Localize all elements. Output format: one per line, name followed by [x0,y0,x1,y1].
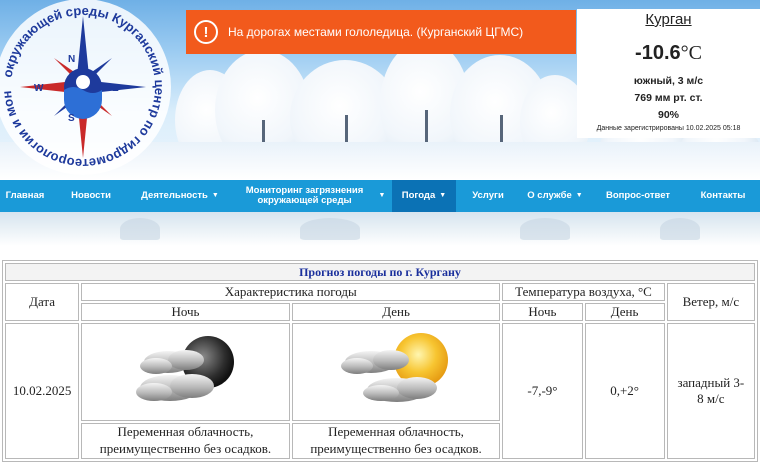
site-header: окружающей среды Курганский центр по гид… [0,0,760,180]
cloudy-moon-icon [136,336,235,401]
nav-item-home[interactable]: Главная [0,180,50,212]
caret-down-icon: ▼ [378,192,386,200]
nav-label: Деятельность [141,189,208,201]
forecast-caption: Прогноз погоды по г. Кургану [5,263,755,281]
temperature-unit: °C [680,42,702,64]
alert-icon: ! [194,20,218,44]
nav-label: О службе [527,189,572,201]
current-temperature: -10.6°C [577,42,760,65]
nav-label: Вопрос-ответ [605,189,671,201]
road-alert-banner: ! На дорогах местами гололедица. (Курган… [186,10,576,54]
chevron-down-icon: ▼ [439,192,447,200]
header-wind: Ветер, м/с [666,283,755,321]
winter-banner-strip [0,212,760,246]
night-icon-cell [81,323,290,421]
subheader-temp-night: Ночь [502,303,583,321]
compass-e: E [112,83,119,94]
day-description: Переменная облачность, преимущественно б… [291,423,501,459]
compass-n: N [68,54,75,65]
city-link[interactable]: Курган [577,11,760,28]
subheader-night: Ночь [81,303,290,321]
humidity-readout: 90% [657,109,679,121]
pressure-readout: 769 мм рт. ст. [634,92,703,104]
nav-label: Мониторинг загрязнения окружающей среды [245,184,364,206]
header-date: Дата [5,283,80,321]
forecast-date: 10.02.2025 [5,323,80,459]
header-air-temperature: Температура воздуха, °C [502,283,665,301]
subheader-temp-day: День [584,303,665,321]
background-tree [300,218,360,240]
nav-label: Услуги [472,189,504,201]
day-icon-cell [291,323,501,421]
table-row: 10.02.2025 -7,-9° 0,+2° западный 3-8 м/с [5,323,755,459]
temp-day-value: 0,+2° [584,323,665,459]
nav-item-news[interactable]: Новости [50,180,132,212]
caret-down-icon: ▼ [211,192,219,200]
night-description: Переменная облачность, преимущественно б… [81,423,290,459]
nav-label: Погода [401,189,436,201]
temp-night-value: -7,-9° [502,323,583,459]
nav-item-monitoring[interactable]: Мониторинг загрязнения окружающей среды ▼ [228,180,392,212]
site-logo[interactable]: окружающей среды Курганский центр по гид… [0,0,174,178]
subheader-day: День [291,303,501,321]
wind-value: западный 3-8 м/с [666,323,755,459]
nav-item-about[interactable]: О службе ▼ [520,180,590,212]
compass-w: W [34,83,44,94]
caret-down-icon: ▼ [575,192,583,200]
alert-text: На дорогах местами гололедица. (Курганск… [228,25,524,39]
nav-item-weather[interactable]: Погода ▼ [392,180,456,212]
wind-readout: южный, 3 м/с [633,75,704,87]
background-tree [520,218,570,240]
forecast-caption-text: Прогноз погоды по г. Кургану [299,265,461,279]
header-weather-characteristics: Характеристика погоды [81,283,501,301]
nav-item-faq[interactable]: Вопрос-ответ [590,180,686,212]
nav-item-contacts[interactable]: Контакты [686,180,760,212]
nav-label: Новости [71,189,111,201]
nav-item-activity[interactable]: Деятельность ▼ [132,180,228,212]
background-tree [660,218,700,240]
wind-value-text: западный 3-8 м/с [677,375,745,406]
main-nav: Главная Новости Деятельность ▼ Мониторинг… [0,180,760,212]
forecast-table: Прогноз погоды по г. Кургану Дата Характ… [2,260,758,462]
compass-s: S [68,113,75,124]
nav-label: Главная [5,189,45,201]
current-weather-box: Курган -10.6°C южный, 3 м/с 769 мм рт. с… [577,9,760,138]
background-tree [120,218,160,240]
nav-item-services[interactable]: Услуги [456,180,520,212]
nav-label: Контакты [700,189,746,201]
registration-timestamp: Данные зарегистрированы 10.02.2025 05:18 [596,125,741,132]
temperature-value: -10.6 [635,42,681,64]
cloudy-sun-icon [341,333,449,402]
